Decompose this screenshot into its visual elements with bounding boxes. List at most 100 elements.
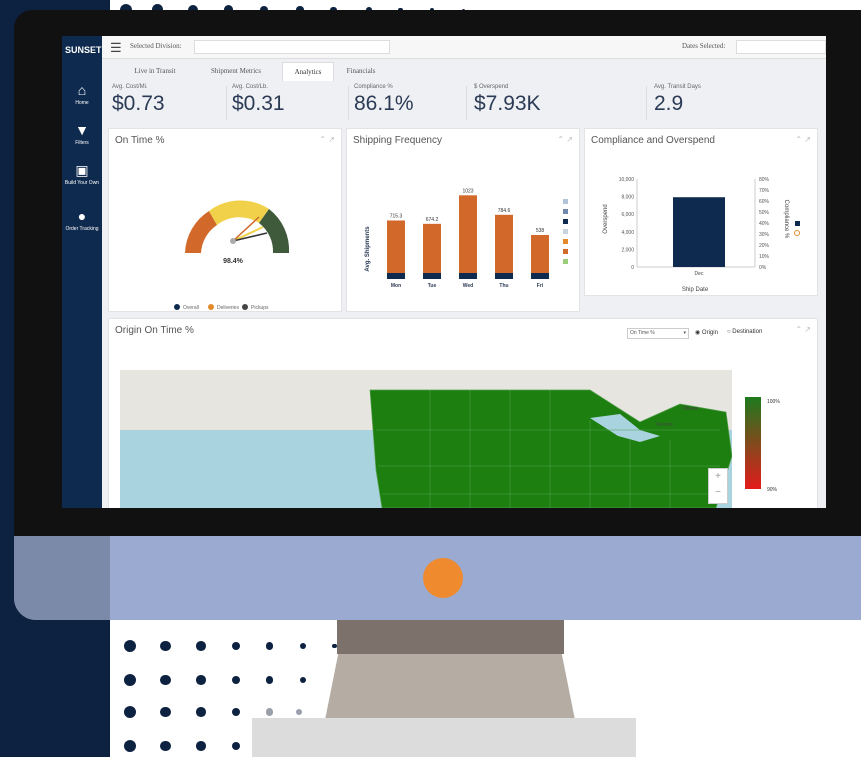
legend-min-label: 90%	[767, 487, 778, 493]
legend-swatch-compliance	[794, 230, 800, 236]
bar-segment	[423, 273, 441, 279]
tab-live-in-transit[interactable]: Live in Transit	[120, 62, 190, 80]
dates-selected-label: Dates Selected:	[682, 42, 726, 50]
tick-label: 2,000	[621, 247, 634, 253]
tab-financials[interactable]: Financials	[336, 62, 386, 80]
bar	[673, 197, 725, 267]
expand-icon[interactable]: ⌃ ↗	[795, 325, 811, 334]
kpi-compliance: Compliance % 86.1%	[354, 84, 414, 115]
sidebar-item-build-your-own[interactable]: ▣ Build Your Own	[62, 162, 102, 186]
legend-swatch	[563, 219, 568, 224]
tick-label: 10,000	[619, 177, 635, 183]
kpi-divider	[646, 86, 647, 120]
brand-logo: SUNSET	[65, 45, 102, 55]
decorative-dot	[266, 708, 274, 716]
shipping-frequency-chart: Avg. Shipments 715.3 Mon 674.2 Tue 1023 Wed 78…	[365, 188, 568, 289]
tick-label: 10%	[759, 254, 770, 260]
chevron-down-icon: ▾	[683, 330, 686, 336]
decorative-dot	[124, 706, 136, 718]
map-pin-icon: ●	[77, 208, 87, 224]
tick-label: 0	[631, 265, 634, 271]
legend-label-overall: Overall	[183, 305, 199, 311]
legend-swatch	[563, 239, 568, 244]
tick-label: Dec	[695, 271, 704, 277]
tick-label: 4,000	[621, 230, 634, 236]
gauge-needle-overall	[232, 226, 264, 242]
data-label: 674.2	[426, 217, 439, 223]
tab-bar: Live in Transit Shipment Metrics Analyti…	[102, 58, 826, 81]
destination-radio[interactable]: ○ Destination	[727, 329, 762, 335]
sidebar-item-filters[interactable]: ▼ Filters	[62, 122, 102, 146]
kpi-transit-days: Avg. Transit Days 2.9	[654, 84, 701, 115]
kpi-divider	[226, 86, 227, 120]
data-label: 715.3	[390, 213, 403, 219]
legend-label-pickups: Pickups	[251, 305, 269, 311]
tick-label: Thu	[499, 283, 508, 289]
tick-label: 6,000	[621, 212, 634, 218]
legend-swatch	[563, 249, 568, 254]
data-label: 538	[536, 228, 545, 234]
monitor-stand-neck	[337, 620, 564, 654]
map-zoom-control[interactable]: + −	[708, 468, 728, 504]
compliance-xlabel: Ship Date	[682, 287, 709, 293]
legend-label-deliveries: Deliveries	[217, 305, 239, 311]
origin-on-time-title: Origin On Time %	[115, 325, 194, 336]
decorative-dot	[232, 741, 241, 751]
shipping-ylabel: Avg. Shipments	[365, 226, 371, 272]
tick-label: 80%	[759, 177, 770, 183]
legend-swatch-overall	[174, 304, 180, 310]
decorative-dot	[160, 674, 171, 686]
bar	[459, 195, 477, 279]
tab-analytics[interactable]: Analytics	[282, 62, 334, 81]
menu-icon[interactable]: ☰	[110, 40, 122, 56]
decorative-dot	[196, 707, 206, 717]
division-input[interactable]	[194, 40, 390, 54]
legend-swatch-pickups	[242, 304, 248, 310]
tab-shipment-metrics[interactable]: Shipment Metrics	[194, 62, 278, 80]
sidebar-item-order-tracking[interactable]: ● Order Tracking	[62, 208, 102, 232]
decorative-dot	[296, 709, 302, 715]
us-map[interactable]: Ottawa Toronto	[120, 370, 732, 508]
tick-label: 8,000	[621, 195, 634, 201]
tick-label: Mon	[391, 283, 401, 289]
tick-label: Tue	[428, 283, 437, 289]
gauge-value: 98.4%	[223, 258, 244, 265]
origin-radio[interactable]: ◉ Origin	[695, 329, 718, 336]
kpi-avg-cost-lb: Avg. Cost/Lb. $0.31	[232, 84, 285, 115]
decorative-dot	[232, 707, 241, 717]
tick-label: 60%	[759, 199, 770, 205]
tick-label: 30%	[759, 232, 770, 238]
decorative-dot	[300, 677, 306, 683]
decorative-dot	[160, 640, 171, 652]
compliance-ylabel-right: Compliance %	[783, 200, 789, 239]
map-shapes: Ottawa Toronto	[369, 389, 732, 508]
decorative-dot	[300, 643, 306, 649]
zoom-in-button[interactable]: +	[709, 469, 727, 485]
sidebar: SUNSET ⌂ Home ▼ Filters ▣ Build Your Own…	[62, 36, 102, 508]
tick-label: Wed	[463, 283, 473, 289]
tick-label: 50%	[759, 210, 770, 216]
zoom-out-button[interactable]: −	[709, 485, 727, 501]
usa-region	[369, 389, 732, 508]
on-time-panel: On Time % ⌃ ↗ 98.4% Overall Deliveries P…	[108, 128, 342, 312]
decorative-dot	[124, 740, 136, 752]
decorative-dot	[266, 676, 274, 684]
tick-label: 40%	[759, 221, 770, 227]
compliance-overspend-panel: Compliance and Overspend ⌃ ↗ Overspend C…	[584, 128, 818, 296]
decorative-dot	[160, 740, 171, 752]
decorative-dot	[196, 675, 206, 685]
legend-max-label: 100%	[767, 399, 780, 405]
kpi-divider	[466, 86, 467, 120]
tick-label: Fri	[537, 283, 544, 289]
tick-label: 70%	[759, 188, 770, 194]
monitor-chin-shade	[14, 536, 110, 620]
metric-dropdown[interactable]: On Time % ▾	[627, 328, 689, 339]
dates-input[interactable]	[736, 40, 826, 54]
bar-segment	[459, 273, 477, 279]
data-label: 784.6	[498, 208, 511, 214]
decorative-dot	[124, 640, 136, 652]
kpi-avg-cost-mile: Avg. Cost/Mi. $0.73	[112, 84, 165, 115]
sidebar-item-home[interactable]: ⌂ Home	[62, 82, 102, 106]
home-icon: ⌂	[77, 82, 87, 98]
legend-swatch	[563, 259, 568, 264]
